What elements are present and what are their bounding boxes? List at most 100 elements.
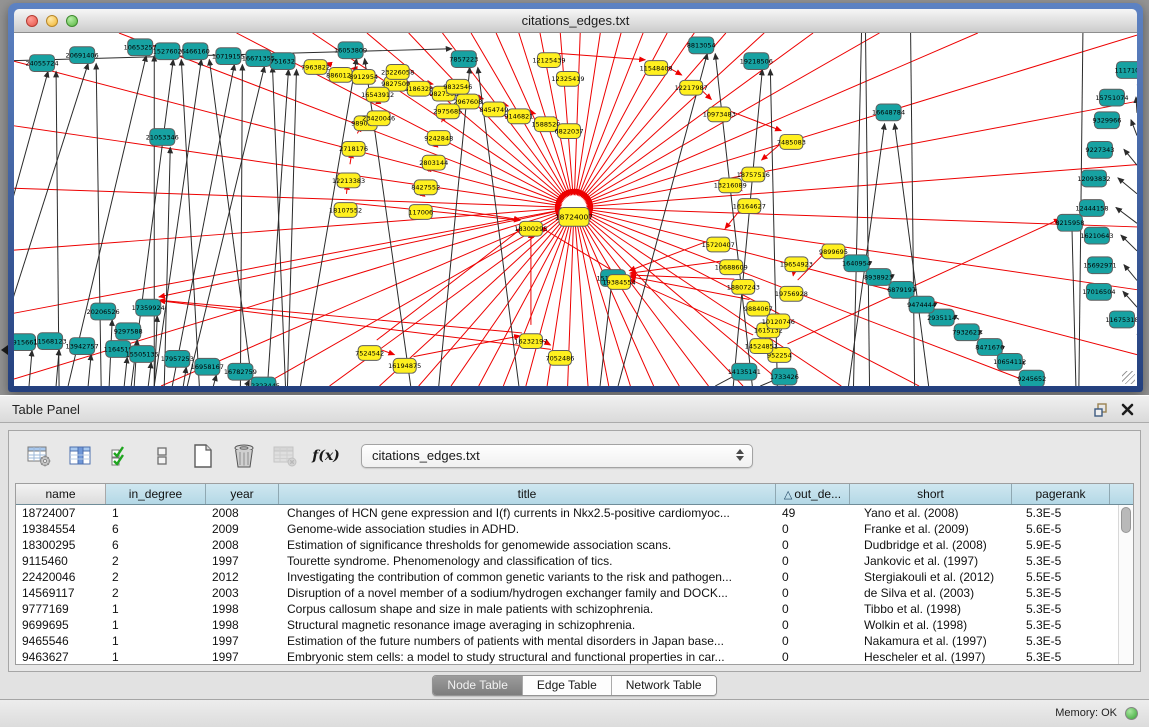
citation-edge-red[interactable] [587,165,1137,207]
graph-node[interactable]: 17359924 [132,299,165,316]
cell-year[interactable]: 2008 [206,537,279,553]
cell-in_degree[interactable]: 1 [106,633,206,649]
citation-edge-red[interactable] [14,126,561,206]
graph-node[interactable]: 6879197 [887,281,916,298]
cell-short[interactable]: Nakamura et al. (1997) [850,633,1012,649]
graph-node[interactable]: 18807243 [727,280,760,295]
cell-short[interactable]: de Silva et al. (2003) [850,585,1012,601]
cell-pagerank[interactable]: 5.5E-5 [1012,569,1110,585]
cell-short[interactable]: Hescheler et al. (1997) [850,649,1012,664]
citation-edge-red[interactable] [586,35,1137,204]
citation-edge-black[interactable] [267,69,288,386]
network-canvas[interactable]: 1170067516329522541117104116451915276021… [14,33,1137,386]
cell-title[interactable]: Embryonic stem cells: a model to study s… [279,649,776,664]
graph-node[interactable]: 16210643 [1080,227,1113,244]
graph-node[interactable]: 12325419 [551,71,584,86]
graph-node[interactable]: 1640954 [842,255,871,272]
cell-year[interactable]: 1998 [206,601,279,617]
cell-pagerank[interactable]: 5.3E-5 [1012,553,1110,569]
cell-year[interactable]: 2009 [206,521,279,537]
zoom-traffic-light[interactable] [66,15,78,27]
citation-edge-red[interactable] [159,301,551,350]
graph-node[interactable]: 18107552 [329,203,362,218]
delete-table-button[interactable] [271,443,299,470]
cell-title[interactable]: Estimation of significance thresholds fo… [279,537,776,553]
cell-pagerank[interactable]: 5.3E-5 [1012,585,1110,601]
citation-edge-black[interactable] [770,69,777,386]
citation-edge-black[interactable] [172,65,234,386]
cell-out_degree[interactable]: 0 [776,633,850,649]
graph-node[interactable]: 15751074 [1095,89,1128,106]
graph-node[interactable]: 7857223 [449,51,478,68]
checklist-button[interactable] [107,443,135,470]
cell-title[interactable]: Genome-wide association studies in ADHD. [279,521,776,537]
graph-node[interactable]: 12093832 [1077,170,1110,187]
trash-button[interactable] [230,443,258,470]
cell-short[interactable]: Tibbo et al. (1998) [850,601,1012,617]
graph-node[interactable]: 12125439 [532,53,565,68]
citation-edge-red[interactable] [159,209,565,296]
table-row[interactable]: 946554611997Estimation of the future num… [16,633,1118,649]
cell-out_degree[interactable]: 0 [776,617,850,633]
graph-node[interactable]: 8215958 [1055,214,1084,231]
graph-node[interactable]: 1527602 [153,43,182,60]
graph-node[interactable]: 12217987 [675,80,708,95]
graph-node[interactable]: 16194875 [388,358,421,373]
cell-name[interactable]: 14569117 [16,585,106,601]
cell-out_degree[interactable]: 0 [776,601,850,617]
cell-out_degree[interactable]: 0 [776,537,850,553]
citation-edge-red[interactable] [788,219,1060,344]
graph-node[interactable]: 19218506 [740,53,773,70]
graph-node[interactable]: 9146821 [504,109,533,124]
cell-pagerank[interactable]: 5.9E-5 [1012,537,1110,553]
citation-edge-red[interactable] [579,219,653,386]
graph-node[interactable]: 7485083 [777,135,806,150]
table-selector-dropdown[interactable]: citations_edges.txt [361,444,753,468]
graph-node[interactable]: 7052486 [545,351,574,366]
graph-node[interactable]: 17957253 [161,351,194,368]
graph-node[interactable]: 9474444 [907,296,936,313]
graph-node[interactable]: 1117104 [1114,62,1137,79]
cell-in_degree[interactable]: 2 [106,553,206,569]
graph-node[interactable]: 9329966 [1092,112,1121,129]
graph-node[interactable]: 9242848 [424,131,453,146]
citation-edge-red[interactable] [14,209,561,251]
citation-edge-red[interactable] [558,53,645,59]
cell-name[interactable]: 9465546 [16,633,106,649]
graph-node[interactable]: 19756928 [775,286,808,301]
cell-in_degree[interactable]: 1 [106,617,206,633]
column-header-year[interactable]: year [206,484,279,504]
column-header-name[interactable]: name [16,484,106,504]
graph-node[interactable]: 16164627 [733,199,766,214]
column-header-pagerank[interactable]: pagerank [1012,484,1110,504]
graph-node[interactable]: 15692971 [1083,257,1116,274]
citation-edge-black[interactable] [1124,265,1137,281]
cell-title[interactable]: Estimation of the future numbers of pati… [279,633,776,649]
citation-edge-red[interactable] [582,218,709,386]
citation-edge-red[interactable] [586,33,978,202]
cell-name[interactable]: 9115460 [16,553,106,569]
cell-out_degree[interactable]: 0 [776,649,850,664]
citation-edge-red[interactable] [630,275,734,279]
graph-node[interactable]: 7932621 [952,324,981,341]
cell-pagerank[interactable]: 5.3E-5 [1012,601,1110,617]
citation-edge-black[interactable] [1123,291,1137,307]
cell-short[interactable]: Franke et al. (2009) [850,521,1012,537]
collapse-left-panel-arrow-icon[interactable] [1,345,8,355]
tab-edge-table[interactable]: Edge Table [522,676,611,695]
cell-year[interactable]: 2008 [206,505,279,521]
cell-in_degree[interactable]: 1 [106,601,206,617]
cell-title[interactable]: Tourette syndrome. Phenomenology and cla… [279,553,776,569]
cell-in_degree[interactable]: 1 [106,505,206,521]
cell-name[interactable]: 22420046 [16,569,106,585]
cell-name[interactable]: 18724007 [16,505,106,521]
graph-node[interactable]: 9245652 [1017,370,1046,386]
graph-node[interactable]: 9899695 [819,244,848,259]
new-table-button[interactable] [189,443,217,470]
node-table[interactable]: namein_degreeyeartitle△out_de...shortpag… [15,483,1134,665]
citation-edge-black[interactable] [213,375,216,386]
citation-edge-black[interactable] [1121,235,1137,251]
table-row[interactable]: 2242004622012Investigating the contribut… [16,569,1118,585]
graph-node[interactable]: 18724007 [555,208,593,227]
graph-node[interactable]: 8938923 [864,269,893,286]
